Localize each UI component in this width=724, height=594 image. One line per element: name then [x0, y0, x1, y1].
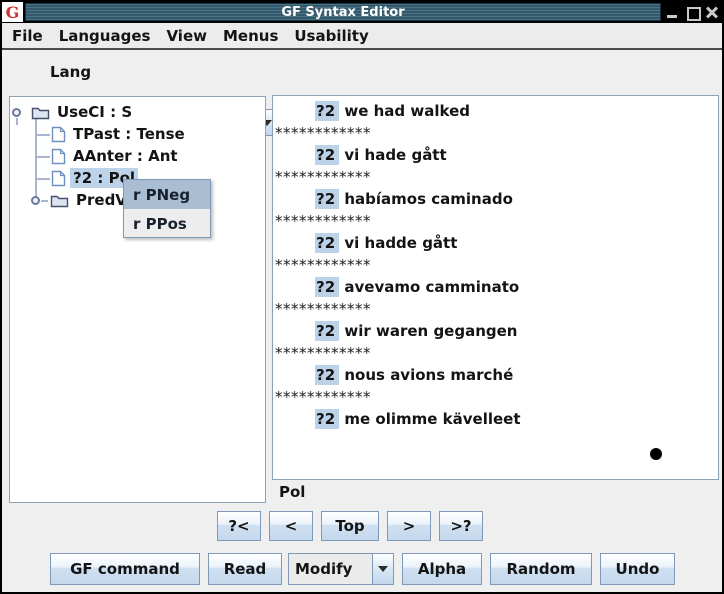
tree-node-useci[interactable]: UseCI : S: [12, 101, 135, 123]
menu-menus[interactable]: Menus: [215, 25, 286, 47]
language-separator: ************: [273, 342, 718, 364]
bullet-dot: [650, 448, 662, 460]
metavariable-marker[interactable]: ?2: [315, 189, 339, 209]
next-metavariable-button[interactable]: >?: [439, 511, 483, 541]
linearization-text: vi hadde gått: [344, 234, 457, 252]
menu-view[interactable]: View: [158, 25, 215, 47]
language-separator: ************: [273, 122, 718, 144]
folder-icon: [50, 193, 69, 208]
language-separator: ************: [273, 386, 718, 408]
metavariable-marker[interactable]: ?2: [315, 321, 339, 341]
linearization-line[interactable]: ?2 wir waren gegangen: [273, 320, 718, 342]
gf-syntax-editor-window: G GF Syntax Editor File Languages View M…: [0, 0, 724, 594]
random-button[interactable]: Random: [490, 553, 592, 585]
metavariable-marker[interactable]: ?2: [315, 101, 339, 121]
navigation-row: ?< < Top > >?: [217, 511, 483, 541]
tree-connector: [35, 156, 50, 158]
linearization-text: me olimme kävelleet: [344, 410, 520, 428]
menu-languages[interactable]: Languages: [51, 25, 159, 47]
undo-button[interactable]: Undo: [600, 553, 675, 585]
language-separator: ************: [273, 298, 718, 320]
tree-connector: [16, 118, 18, 125]
tree-node-label[interactable]: TPast : Tense: [70, 124, 188, 144]
prev-node-button[interactable]: <: [269, 511, 313, 541]
tree-node-label[interactable]: AAnter : Ant: [70, 146, 181, 166]
tree-expand-handle[interactable]: [12, 108, 21, 117]
linearization-text: avevamo camminato: [344, 278, 519, 296]
linearization-line[interactable]: ?2 we had walked: [273, 100, 718, 122]
chevron-down-icon: [378, 566, 388, 572]
refinement-popup-menu: r PNeg r PPos: [123, 179, 211, 238]
tree-node-tpast[interactable]: TPast : Tense: [51, 123, 188, 145]
tree-connector: [41, 200, 48, 202]
linearization-line[interactable]: ?2 me olimme kävelleet: [273, 408, 718, 430]
document-icon: [51, 126, 66, 143]
document-icon: [51, 148, 66, 165]
alpha-button[interactable]: Alpha: [402, 553, 482, 585]
linearization-line[interactable]: ?2 habíamos caminado: [273, 188, 718, 210]
gf-command-button[interactable]: GF command: [50, 553, 200, 585]
tree-node-label[interactable]: UseCI : S: [54, 102, 135, 122]
syntax-tree-panel: UseCI : S TPast : Tense AAnter : Ant ?2 …: [9, 96, 266, 503]
menu-bar: File Languages View Menus Usability: [2, 23, 722, 50]
tree-expand-handle[interactable]: [31, 196, 40, 205]
window-title[interactable]: GF Syntax Editor: [25, 3, 661, 21]
expanded-handle-icon: [12, 108, 21, 117]
metavariable-marker[interactable]: ?2: [315, 409, 339, 429]
prev-metavariable-button[interactable]: ?<: [217, 511, 261, 541]
action-row: GF command Read Modify Alpha Random Undo: [2, 553, 722, 586]
metavariable-marker[interactable]: ?2: [315, 145, 339, 165]
menu-file[interactable]: File: [4, 25, 51, 47]
linearization-panel[interactable]: ?2 we had walked ************ ?2 vi hade…: [272, 95, 719, 480]
menu-usability[interactable]: Usability: [286, 25, 376, 47]
maximize-icon[interactable]: [686, 6, 698, 18]
popup-item-ppos[interactable]: r PPos: [124, 209, 210, 238]
next-node-button[interactable]: >: [387, 511, 431, 541]
language-separator: ************: [273, 166, 718, 188]
focused-category-label: Pol: [279, 483, 305, 501]
linearization-line[interactable]: ?2 vi hade gått: [273, 144, 718, 166]
window-controls: [666, 2, 718, 22]
tree-node-predvi[interactable]: PredVI: [31, 189, 136, 211]
toolbar: Lang New Open Text Save As New Grammar: [2, 50, 722, 95]
linearization-text: vi hade gått: [344, 146, 446, 164]
tree-node-aanter[interactable]: AAnter : Ant: [51, 145, 181, 167]
language-separator: ************: [273, 254, 718, 276]
linearization-text: wir waren gegangen: [344, 322, 517, 340]
tree-connector: [35, 134, 50, 136]
top-button[interactable]: Top: [321, 511, 379, 541]
linearization-line[interactable]: ?2 vi hadde gått: [273, 232, 718, 254]
linearization-text: nous avions marché: [344, 366, 513, 384]
language-separator: ************: [273, 210, 718, 232]
folder-icon: [31, 105, 50, 120]
metavariable-marker[interactable]: ?2: [315, 233, 339, 253]
linearization-line[interactable]: ?2 nous avions marché: [273, 364, 718, 386]
document-icon: [51, 170, 66, 187]
linearization-line[interactable]: ?2 avevamo camminato: [273, 276, 718, 298]
collapsed-handle-icon: [31, 196, 40, 205]
minimize-icon[interactable]: [666, 6, 678, 18]
linearization-text: habíamos caminado: [344, 190, 513, 208]
close-icon[interactable]: [706, 6, 718, 18]
metavariable-marker[interactable]: ?2: [315, 365, 339, 385]
popup-item-pneg[interactable]: r PNeg: [124, 180, 210, 209]
titlebar-row: G GF Syntax Editor: [2, 2, 722, 23]
gf-logo-icon: G: [2, 2, 23, 22]
metavariable-marker[interactable]: ?2: [315, 277, 339, 297]
read-button[interactable]: Read: [208, 553, 282, 585]
linearization-text: we had walked: [344, 102, 470, 120]
modify-select-value: Modify: [289, 554, 372, 584]
tree-connector: [35, 178, 50, 180]
modify-select[interactable]: Modify: [288, 553, 394, 585]
lang-label: Lang: [50, 63, 91, 81]
modify-select-arrow-button[interactable]: [372, 554, 393, 584]
